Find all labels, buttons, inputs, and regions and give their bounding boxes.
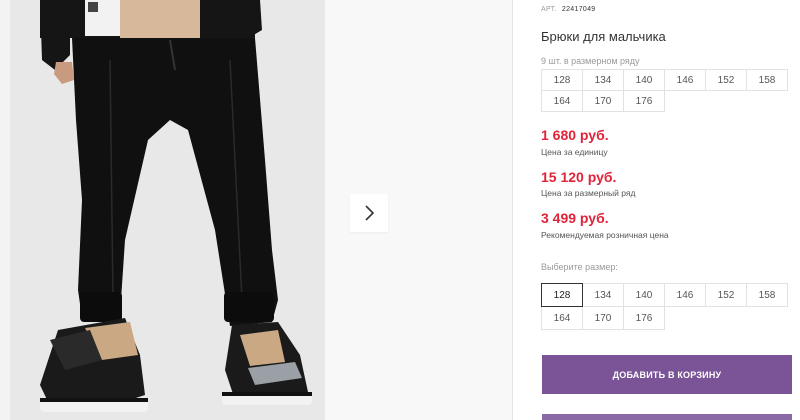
article-label: АРТ.	[541, 6, 557, 13]
size-option-164[interactable]: 164	[541, 306, 583, 330]
product-photo[interactable]	[10, 0, 325, 420]
size-picker: 128 134 140 146 152 158 164 170 176	[541, 283, 793, 330]
unit-price: 1 680 руб.	[541, 127, 609, 143]
size-row-cell: 152	[705, 69, 747, 91]
size-option-134[interactable]: 134	[582, 283, 624, 307]
size-option-140[interactable]: 140	[623, 283, 665, 307]
gallery-next-button[interactable]	[350, 194, 388, 232]
size-option-170[interactable]: 170	[582, 306, 624, 330]
size-row-cell: 146	[664, 69, 706, 91]
product-title: Брюки для мальчика	[541, 29, 666, 44]
size-option-128[interactable]: 128	[541, 283, 583, 307]
size-row-cell: 158	[746, 69, 788, 91]
size-row-grid: 128 134 140 146 152 158 164 170 176	[541, 69, 793, 112]
chevron-right-icon	[365, 205, 375, 221]
article-number: АРТ. 22417049	[541, 6, 595, 13]
panel-divider	[512, 0, 513, 420]
unit-price-caption: Цена за единицу	[541, 147, 608, 157]
next-button-edge[interactable]	[542, 414, 792, 420]
retail-price-caption: Рекомендуемая розничная цена	[541, 230, 669, 240]
size-row-cell: 140	[623, 69, 665, 91]
add-to-cart-button[interactable]: ДОБАВИТЬ В КОРЗИНУ	[542, 355, 792, 394]
product-photo-illustration	[10, 0, 325, 420]
size-option-158[interactable]: 158	[746, 283, 788, 307]
retail-price: 3 499 руб.	[541, 210, 609, 226]
gallery-edge	[0, 0, 10, 420]
choose-size-label: Выберите размер:	[541, 262, 618, 272]
product-info: АРТ. 22417049 Брюки для мальчика 9 шт. в…	[541, 0, 800, 420]
size-option-152[interactable]: 152	[705, 283, 747, 307]
product-gallery	[0, 0, 512, 420]
size-row-cell: 170	[582, 90, 624, 112]
size-option-176[interactable]: 176	[623, 306, 665, 330]
size-row-cell: 134	[582, 69, 624, 91]
size-row-price-caption: Цена за размерный ряд	[541, 188, 636, 198]
size-row-price: 15 120 руб.	[541, 169, 617, 185]
size-row-cell: 176	[623, 90, 665, 112]
size-row-cell: 164	[541, 90, 583, 112]
size-option-146[interactable]: 146	[664, 283, 706, 307]
article-value: 22417049	[561, 6, 596, 13]
size-row-cell: 128	[541, 69, 583, 91]
size-row-label: 9 шт. в размерном ряду	[541, 56, 640, 66]
